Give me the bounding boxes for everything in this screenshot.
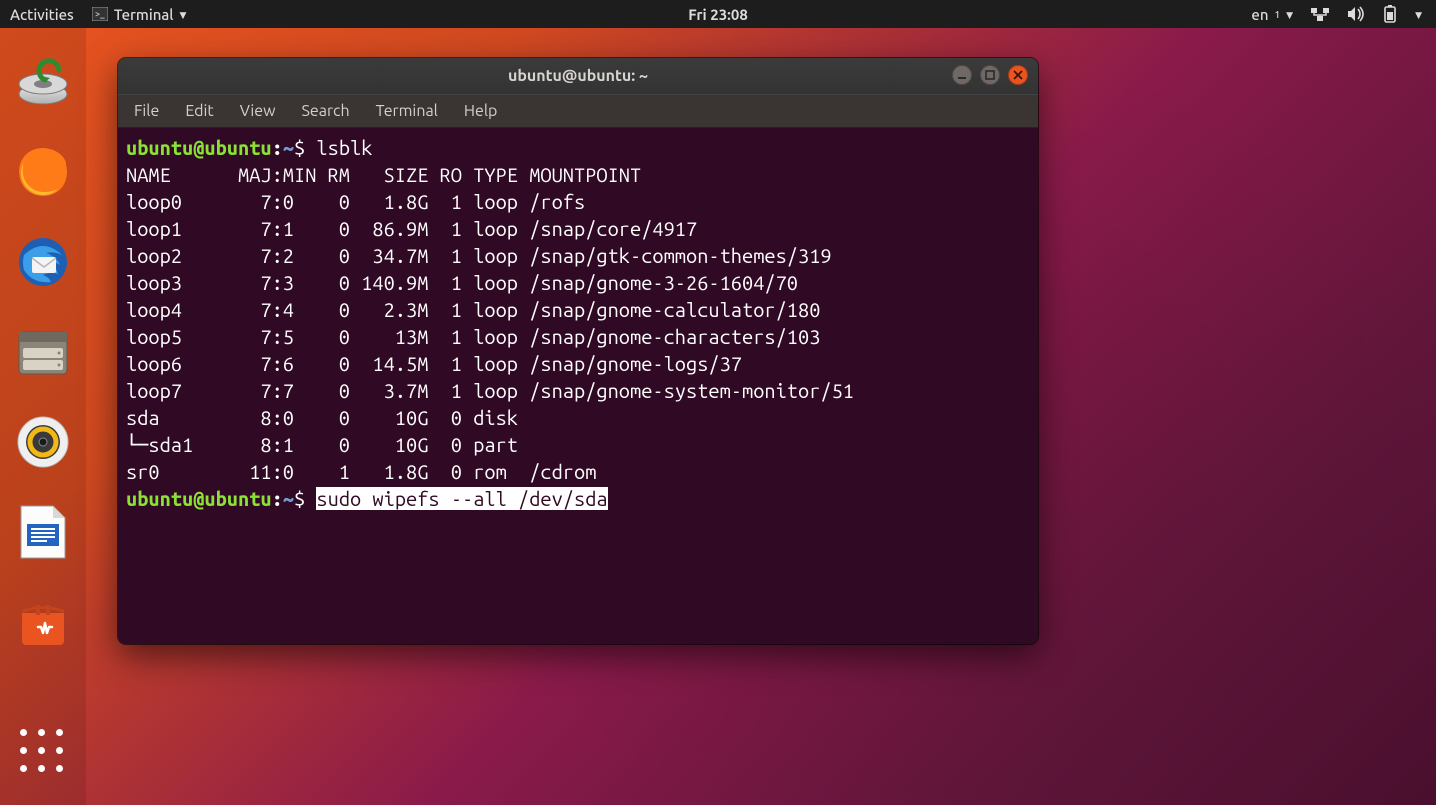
maximize-icon xyxy=(985,70,995,80)
lang-sub: 1 xyxy=(1275,9,1281,20)
dock-item-firefox[interactable] xyxy=(15,144,71,200)
prompt-path: ~ xyxy=(283,487,294,510)
terminal-icon: >_ xyxy=(92,7,108,21)
dock-item-install[interactable] xyxy=(15,54,71,110)
activities-button[interactable]: Activities xyxy=(10,6,74,23)
menu-search[interactable]: Search xyxy=(302,102,350,120)
input-source-indicator[interactable]: en 1 ▼ xyxy=(1251,6,1293,23)
dot-icon xyxy=(38,765,45,772)
clock[interactable]: Fri 23:08 xyxy=(688,6,748,23)
terminal-body[interactable]: ubuntu@ubuntu:~$ lsblk NAME MAJ:MIN RM S… xyxy=(118,128,1038,644)
prompt-user: ubuntu@ubuntu xyxy=(126,136,272,159)
dot-icon xyxy=(56,765,63,772)
command-text-highlighted: sudo wipefs --all /dev/sda xyxy=(316,487,607,510)
close-icon xyxy=(1013,70,1023,80)
menu-help[interactable]: Help xyxy=(464,102,498,120)
lsblk-row: loop5 7:5 0 13M 1 loop /snap/gnome-chara… xyxy=(126,325,820,348)
dot-icon xyxy=(20,729,27,736)
volume-icon xyxy=(1347,6,1365,22)
dock-item-rhythmbox[interactable] xyxy=(15,414,71,470)
terminal-window: ubuntu@ubuntu: ~ File Edit View Search T… xyxy=(118,58,1038,644)
window-close-button[interactable] xyxy=(1008,65,1028,85)
network-indicator[interactable] xyxy=(1311,6,1329,22)
window-title: ubuntu@ubuntu: ~ xyxy=(508,67,648,85)
window-minimize-button[interactable] xyxy=(952,65,972,85)
lsblk-row: loop1 7:1 0 86.9M 1 loop /snap/core/4917 xyxy=(126,217,697,240)
chevron-down-icon: ▼ xyxy=(180,10,187,21)
app-menu[interactable]: >_ Terminal ▼ xyxy=(92,6,187,23)
window-maximize-button[interactable] xyxy=(980,65,1000,85)
chevron-down-icon: ▼ xyxy=(1286,10,1293,21)
app-menu-label: Terminal xyxy=(114,6,174,23)
dock xyxy=(0,28,86,805)
rhythmbox-icon xyxy=(16,415,70,469)
top-bar: Activities >_ Terminal ▼ Fri 23:08 en 1 ▼… xyxy=(0,0,1436,28)
lsblk-row: sda 8:0 0 10G 0 disk xyxy=(126,406,529,429)
lang-label: en xyxy=(1251,6,1268,23)
firefox-icon xyxy=(16,145,70,199)
prompt-sep: : xyxy=(272,487,283,510)
lsblk-row: loop0 7:0 0 1.8G 1 loop /rofs xyxy=(126,190,585,213)
prompt-dollar: $ xyxy=(294,136,316,159)
dock-item-software[interactable] xyxy=(15,594,71,650)
battery-icon xyxy=(1383,5,1397,23)
network-icon xyxy=(1311,6,1329,22)
lsblk-row: sr0 11:0 1 1.8G 0 rom /cdrom xyxy=(126,460,596,483)
prompt-user: ubuntu@ubuntu xyxy=(126,487,272,510)
dock-item-writer[interactable] xyxy=(15,504,71,560)
menu-terminal[interactable]: Terminal xyxy=(376,102,438,120)
lsblk-row: loop2 7:2 0 34.7M 1 loop /snap/gtk-commo… xyxy=(126,244,832,267)
svg-text:>_: >_ xyxy=(95,9,105,19)
battery-indicator[interactable] xyxy=(1383,5,1397,23)
dot-icon xyxy=(38,747,45,754)
dot-icon xyxy=(56,747,63,754)
activities-label: Activities xyxy=(10,6,74,23)
terminal-menubar: File Edit View Search Terminal Help xyxy=(118,94,1038,128)
dot-icon xyxy=(20,747,27,754)
lsblk-row: loop4 7:4 0 2.3M 1 loop /snap/gnome-calc… xyxy=(126,298,820,321)
clock-label: Fri 23:08 xyxy=(688,6,748,23)
dock-item-files[interactable] xyxy=(15,324,71,380)
window-titlebar[interactable]: ubuntu@ubuntu: ~ xyxy=(118,58,1038,94)
menu-file[interactable]: File xyxy=(134,102,159,120)
lsblk-row: └─sda1 8:1 0 10G 0 part xyxy=(126,433,529,456)
libreoffice-writer-icon xyxy=(17,504,69,560)
show-applications-button[interactable] xyxy=(20,729,66,775)
lsblk-row: loop7 7:7 0 3.7M 1 loop /snap/gnome-syst… xyxy=(126,379,854,402)
ubuntu-software-icon xyxy=(16,595,70,649)
chevron-down-icon: ▼ xyxy=(1415,10,1422,21)
volume-indicator[interactable] xyxy=(1347,6,1365,22)
lsblk-row: loop6 7:6 0 14.5M 1 loop /snap/gnome-log… xyxy=(126,352,742,375)
prompt-dollar: $ xyxy=(294,487,316,510)
dot-icon xyxy=(38,729,45,736)
command-text: lsblk xyxy=(316,136,372,159)
prompt-sep: : xyxy=(272,136,283,159)
dock-item-thunderbird[interactable] xyxy=(15,234,71,290)
menu-edit[interactable]: Edit xyxy=(185,102,213,120)
minimize-icon xyxy=(957,70,967,80)
system-menu[interactable]: ▼ xyxy=(1415,9,1422,20)
lsblk-row: loop3 7:3 0 140.9M 1 loop /snap/gnome-3-… xyxy=(126,271,798,294)
dot-icon xyxy=(20,765,27,772)
prompt-path: ~ xyxy=(283,136,294,159)
thunderbird-icon xyxy=(16,235,70,289)
dot-icon xyxy=(56,729,63,736)
install-ubuntu-icon xyxy=(15,54,71,110)
menu-view[interactable]: View xyxy=(240,102,276,120)
lsblk-header: NAME MAJ:MIN RM SIZE RO TYPE MOUNTPOINT xyxy=(126,163,641,186)
files-icon xyxy=(15,324,71,380)
